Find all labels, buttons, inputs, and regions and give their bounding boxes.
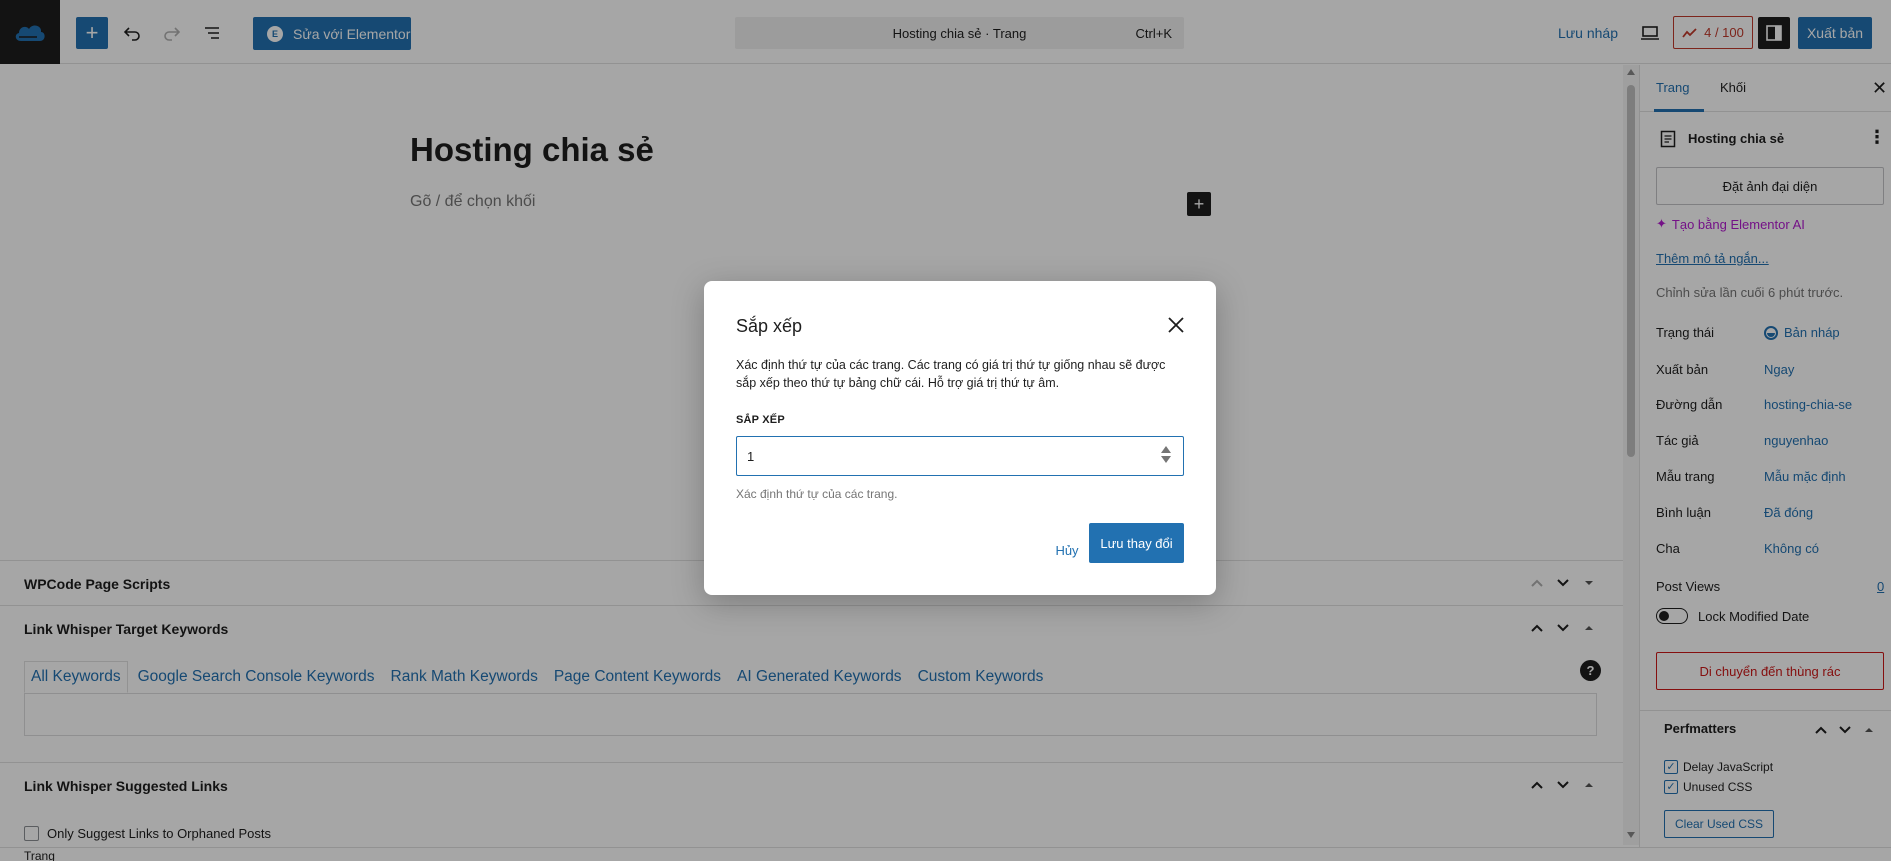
decrement-arrow-icon[interactable] [1161,456,1171,463]
order-field-help: Xác định thứ tự của các trang. [736,487,898,501]
modal-title: Sắp xếp [736,316,803,336]
number-stepper[interactable] [1161,446,1171,463]
save-changes-button[interactable]: Lưu thay đổi [1089,523,1184,563]
increment-arrow-icon[interactable] [1161,446,1171,453]
order-input[interactable] [747,446,1137,466]
cancel-button[interactable]: Hủy [1044,531,1090,569]
order-modal: Sắp xếp Xác định thứ tự của các trang. C… [704,281,1216,595]
order-number-field[interactable] [736,436,1184,476]
modal-description: Xác định thứ tự của các trang. Các trang… [736,358,1166,390]
modal-close-button[interactable] [1164,313,1188,337]
close-icon [1168,317,1184,333]
order-field-label: SẮP XẾP [736,414,785,426]
